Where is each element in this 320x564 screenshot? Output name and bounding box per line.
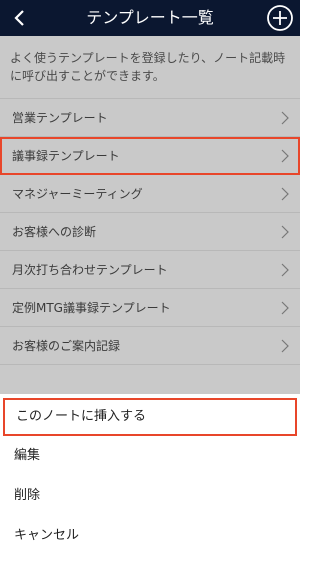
template-item[interactable]: マネジャーミーティング bbox=[0, 175, 300, 213]
chevron-right-icon bbox=[281, 149, 289, 163]
template-item-label: マネジャーミーティング bbox=[12, 187, 143, 201]
template-item-label: お客様への診断 bbox=[12, 225, 97, 239]
template-item[interactable]: 議事録テンプレート bbox=[0, 137, 300, 175]
chevron-right-icon bbox=[281, 225, 289, 239]
chevron-right-icon bbox=[281, 111, 289, 125]
chevron-right-icon bbox=[281, 301, 289, 315]
template-list: 営業テンプレート 議事録テンプレート マネジャーミーティング お客様への診断 月… bbox=[0, 98, 300, 365]
chevron-right-icon bbox=[281, 187, 289, 201]
insert-into-note-button[interactable]: このノートに挿入する bbox=[3, 398, 297, 436]
chevron-right-icon bbox=[281, 263, 289, 277]
template-item-label: 議事録テンプレート bbox=[12, 149, 120, 163]
chevron-right-icon bbox=[281, 339, 289, 353]
template-item-label: お客様のご案内記録 bbox=[12, 339, 121, 353]
add-icon[interactable] bbox=[266, 4, 294, 32]
cancel-button[interactable]: キャンセル bbox=[0, 516, 300, 556]
delete-button[interactable]: 削除 bbox=[0, 476, 300, 516]
template-item-label: 定例MTG議事録テンプレート bbox=[12, 301, 171, 315]
template-item-label: 月次打ち合わせテンプレート bbox=[12, 263, 168, 277]
template-item[interactable]: お客様への診断 bbox=[0, 213, 300, 251]
template-list-area: よく使うテンプレートを登録したり、ノート記載時に呼び出すことができます。 営業テ… bbox=[0, 36, 300, 394]
back-icon[interactable] bbox=[8, 4, 32, 32]
template-item-label: 営業テンプレート bbox=[12, 111, 108, 125]
template-item[interactable]: 営業テンプレート bbox=[0, 99, 300, 137]
page-title: テンプレート一覧 bbox=[86, 8, 214, 27]
template-item[interactable]: 月次打ち合わせテンプレート bbox=[0, 251, 300, 289]
template-item[interactable]: 定例MTG議事録テンプレート bbox=[0, 289, 300, 327]
action-sheet: このノートに挿入する 編集 削除 キャンセル bbox=[0, 394, 300, 564]
description-text: よく使うテンプレートを登録したり、ノート記載時に呼び出すことができます。 bbox=[10, 51, 286, 83]
template-item[interactable]: お客様のご案内記録 bbox=[0, 327, 300, 365]
top-bar: テンプレート一覧 bbox=[0, 0, 300, 36]
edit-button[interactable]: 編集 bbox=[0, 436, 300, 476]
